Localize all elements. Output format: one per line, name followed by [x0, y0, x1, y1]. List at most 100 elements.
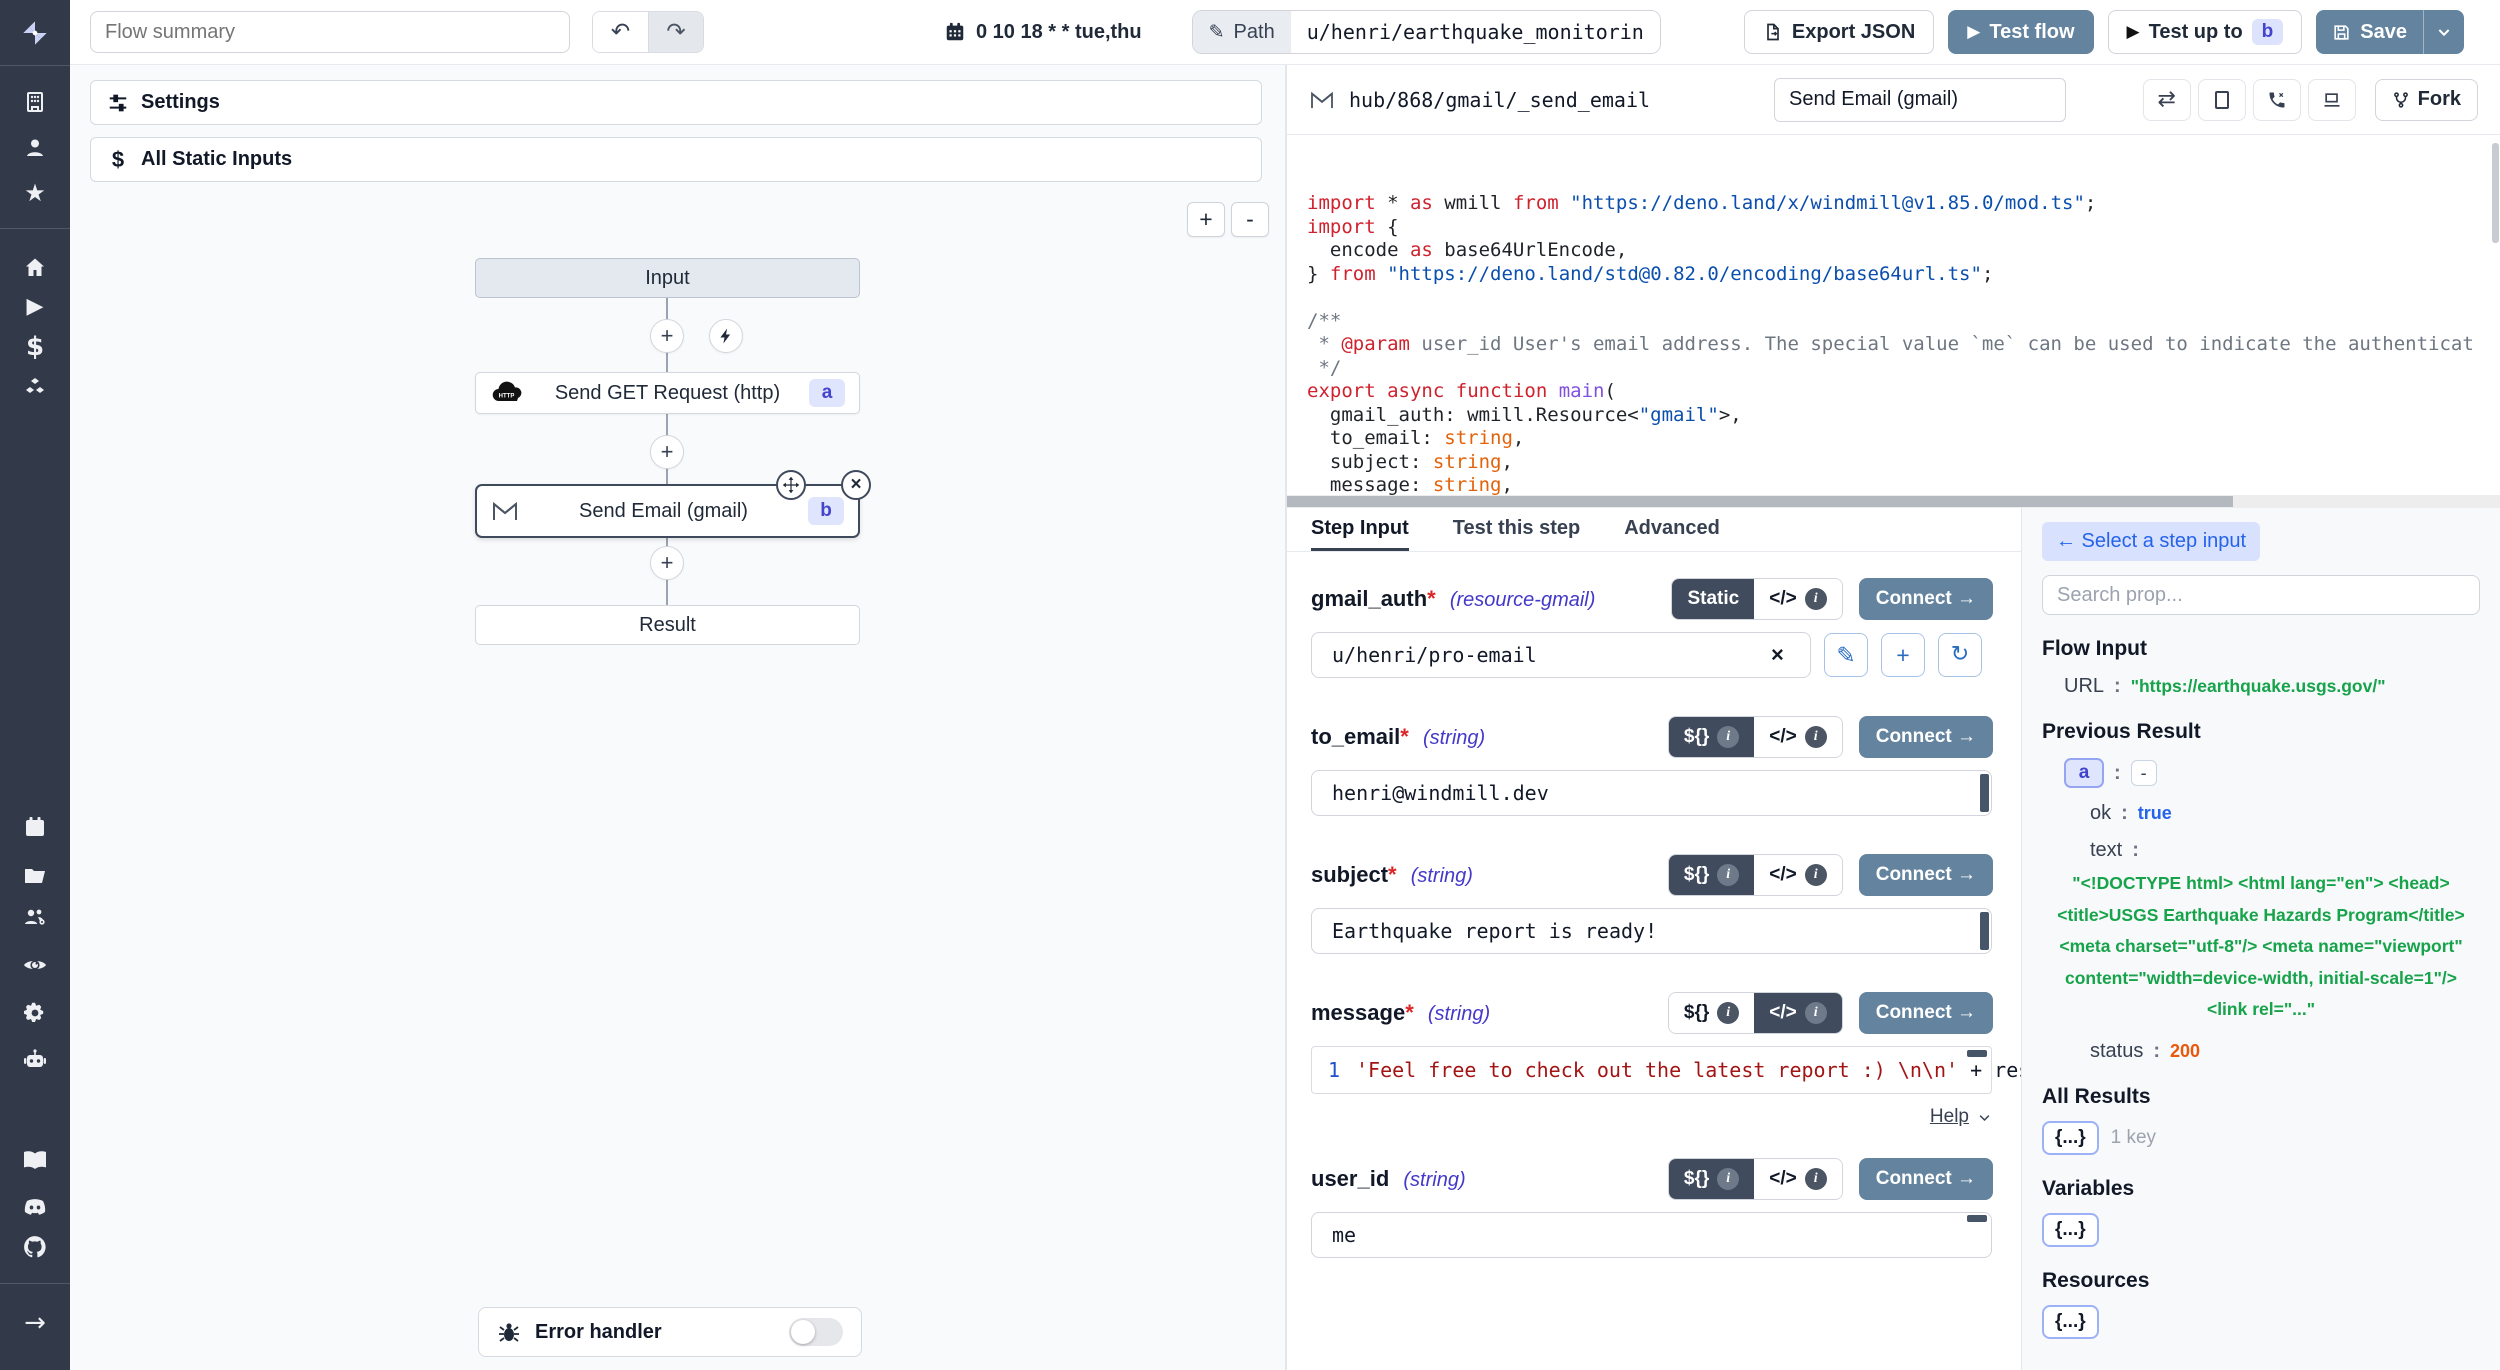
- static-mode-option[interactable]: Static: [1672, 579, 1754, 619]
- resources-object-chip[interactable]: {...}: [2042, 1305, 2099, 1339]
- undo-button[interactable]: ↶: [593, 12, 648, 52]
- resources-cubes-icon[interactable]: [0, 366, 70, 410]
- add-step-button-1[interactable]: +: [650, 319, 684, 353]
- add-resource-button[interactable]: +: [1881, 633, 1925, 677]
- flow-summary-input[interactable]: [90, 11, 570, 53]
- code-mode-option[interactable]: </>i: [1754, 993, 1841, 1033]
- zoom-out-button[interactable]: -: [1231, 202, 1269, 237]
- test-up-to-button[interactable]: ▶ Test up to b: [2108, 10, 2303, 54]
- user-icon[interactable]: [0, 126, 70, 170]
- collapse-chip[interactable]: -: [2131, 760, 2157, 786]
- code-mode-option[interactable]: </>i: [1754, 1159, 1841, 1199]
- field-label-gmail-auth: gmail_auth* (resource-gmail): [1311, 586, 1595, 612]
- connect-button-gmail-auth[interactable]: Connect →: [1859, 578, 1993, 620]
- flow-node-send-email-selected[interactable]: Send Email (gmail) b ×: [475, 484, 860, 538]
- template-mode-option[interactable]: ${}i: [1669, 855, 1754, 895]
- swap-script-button[interactable]: ⇄: [2143, 79, 2191, 121]
- schedule-display[interactable]: 0 10 18 * * tue,thu: [944, 21, 1142, 44]
- workspace-icon[interactable]: [0, 80, 70, 124]
- test-flow-button[interactable]: ▶ Test flow: [1948, 10, 2093, 54]
- message-code-editor[interactable]: 1 'Feel free to check out the latest rep…: [1311, 1046, 1992, 1094]
- add-step-button-3[interactable]: +: [650, 546, 684, 580]
- prop-key-url[interactable]: URL: [2064, 675, 2104, 698]
- connect-button-message[interactable]: Connect →: [1859, 992, 1993, 1034]
- robot-icon[interactable]: [0, 1038, 70, 1082]
- github-icon[interactable]: [0, 1225, 70, 1269]
- fork-button[interactable]: Fork: [2375, 79, 2478, 121]
- schedules-calendar-icon[interactable]: [0, 805, 70, 849]
- redo-button[interactable]: ↷: [648, 12, 703, 52]
- template-mode-option[interactable]: ${}i: [1669, 717, 1754, 757]
- subject-input[interactable]: [1311, 908, 1992, 954]
- webhook-phone-button[interactable]: [2253, 79, 2301, 121]
- tab-advanced[interactable]: Advanced: [1624, 508, 1720, 551]
- variables-dollar-icon[interactable]: $: [0, 325, 70, 369]
- runs-play-icon[interactable]: ▶: [0, 285, 70, 329]
- docs-book-icon[interactable]: [0, 1138, 70, 1182]
- tab-test-this-step[interactable]: Test this step: [1453, 508, 1580, 551]
- error-handler-toggle[interactable]: [789, 1318, 843, 1346]
- user-id-input[interactable]: [1311, 1212, 1992, 1258]
- prop-value-text[interactable]: "<!DOCTYPE html> <html lang="en"> <head>…: [2042, 868, 2480, 1026]
- flow-settings-row[interactable]: Settings: [90, 80, 1262, 125]
- save-dropdown-button[interactable]: [2423, 10, 2464, 54]
- path-chip[interactable]: ✎ Path u/henri/earthquake_monitorin: [1192, 10, 1661, 54]
- code-hscrollbar[interactable]: [1287, 495, 2500, 508]
- prop-key-ok[interactable]: ok: [2090, 802, 2111, 825]
- code-editor[interactable]: import * as wmill from "https://deno.lan…: [1287, 135, 2500, 495]
- code-mode-option[interactable]: </>i: [1754, 579, 1841, 619]
- variables-object-chip[interactable]: {...}: [2042, 1213, 2099, 1247]
- settings-gear-icon[interactable]: [0, 991, 70, 1035]
- select-step-input-pill[interactable]: ← Select a step input: [2042, 522, 2260, 561]
- windmill-logo[interactable]: [0, 11, 70, 55]
- prop-key-text[interactable]: text: [2090, 839, 2122, 862]
- all-static-inputs-row[interactable]: $ All Static Inputs: [90, 137, 1262, 182]
- connect-button-to-email[interactable]: Connect →: [1859, 716, 1993, 758]
- zoom-in-button[interactable]: +: [1187, 202, 1225, 237]
- code-mode-option[interactable]: </>i: [1754, 855, 1841, 895]
- flag-button[interactable]: [2308, 79, 2356, 121]
- prop-key-status[interactable]: status: [2090, 1040, 2143, 1063]
- expand-sidebar-arrow-icon[interactable]: →: [0, 1301, 70, 1345]
- flow-node-http-get[interactable]: HTTP Send GET Request (http) a: [475, 372, 860, 414]
- result-key-a-chip[interactable]: a: [2064, 758, 2104, 788]
- path-edit-segment[interactable]: ✎ Path: [1193, 11, 1291, 53]
- discord-icon[interactable]: [0, 1185, 70, 1229]
- refresh-resource-button[interactable]: ↻: [1938, 633, 1982, 677]
- search-prop-input[interactable]: [2042, 575, 2480, 615]
- edit-resource-button[interactable]: ✎: [1824, 633, 1868, 677]
- groups-icon[interactable]: [0, 895, 70, 939]
- clear-resource-icon[interactable]: ×: [1771, 642, 1784, 668]
- template-mode-option[interactable]: ${}i: [1669, 1159, 1754, 1199]
- help-link[interactable]: Help: [1930, 1106, 1969, 1128]
- flag-icon: [2322, 90, 2342, 110]
- prop-value-status[interactable]: 200: [2170, 1041, 2200, 1062]
- error-handler-row: Error handler: [478, 1307, 862, 1357]
- export-json-button[interactable]: Export JSON: [1744, 10, 1934, 54]
- favorites-star-icon[interactable]: ★: [0, 171, 70, 215]
- step-title-input[interactable]: [1774, 78, 2066, 122]
- home-icon[interactable]: [0, 245, 70, 289]
- flow-node-input[interactable]: Input: [475, 258, 860, 298]
- prop-value-url[interactable]: "https://earthquake.usgs.gov/": [2131, 676, 2386, 697]
- to-email-input[interactable]: [1311, 770, 1992, 816]
- trigger-bolt-button[interactable]: [709, 319, 743, 353]
- add-step-button-2[interactable]: +: [650, 435, 684, 469]
- move-step-button[interactable]: [776, 470, 806, 500]
- connect-button-subject[interactable]: Connect →: [1859, 854, 1993, 896]
- prop-value-ok[interactable]: true: [2138, 803, 2172, 824]
- all-results-object-chip[interactable]: {...}: [2042, 1121, 2099, 1155]
- eye-icon[interactable]: [0, 943, 70, 987]
- close-icon: ×: [850, 474, 861, 496]
- expand-editor-button[interactable]: [2198, 79, 2246, 121]
- flow-node-result[interactable]: Result: [475, 605, 860, 645]
- folders-icon[interactable]: [0, 853, 70, 897]
- connect-button-user-id[interactable]: Connect →: [1859, 1158, 1993, 1200]
- tab-step-input[interactable]: Step Input: [1311, 508, 1409, 551]
- gmail-auth-resource-input[interactable]: [1311, 632, 1811, 678]
- save-button[interactable]: Save: [2316, 10, 2423, 54]
- delete-step-button[interactable]: ×: [841, 470, 871, 500]
- template-mode-option[interactable]: ${}i: [1669, 993, 1754, 1033]
- code-scrollbar-thumb[interactable]: [2492, 143, 2499, 243]
- code-mode-option[interactable]: </>i: [1754, 717, 1841, 757]
